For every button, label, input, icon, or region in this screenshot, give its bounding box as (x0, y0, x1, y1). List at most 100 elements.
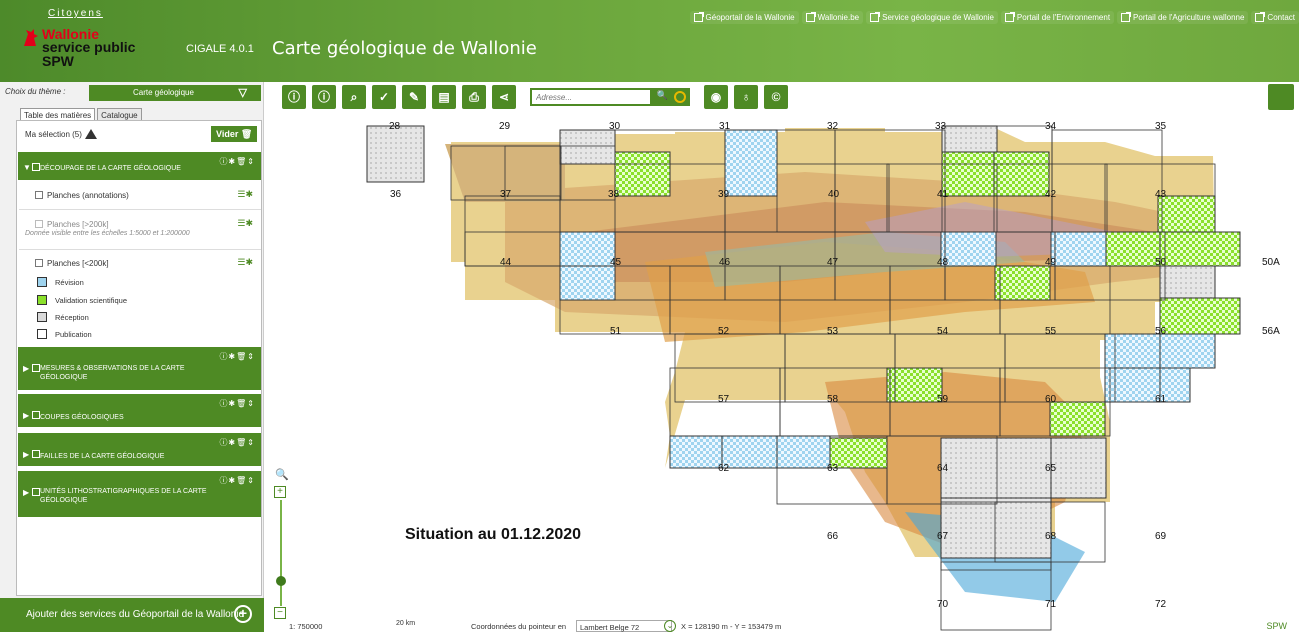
map-canvas[interactable] (265, 82, 1299, 632)
vider-button[interactable]: Vider 🗑 (211, 126, 257, 142)
zoom-in-button[interactable]: + (274, 486, 286, 498)
expand-right-icon[interactable]: ▶ (23, 450, 29, 459)
map-sheet-tile[interactable] (1049, 401, 1106, 437)
expand-right-icon[interactable]: ▶ (23, 488, 29, 497)
expand-right-icon[interactable]: ▶ (23, 364, 29, 373)
projection-select[interactable]: Lambert Belge 72 (576, 620, 672, 632)
spw-logo[interactable]: Wallonie service public SPW (22, 26, 152, 72)
layer-checkbox[interactable] (35, 259, 43, 267)
map-sheet-tile[interactable] (559, 265, 616, 301)
print-icon[interactable]: ⎙ (462, 85, 486, 109)
warning-icon[interactable] (84, 129, 97, 139)
share-icon[interactable]: ⋖ (492, 85, 516, 109)
layer-group-coupes[interactable]: ▶ Coupes géologiques ⓘ✱🗑⇕ (18, 394, 261, 427)
map-sheet-tile[interactable] (776, 435, 831, 469)
export-pdf-icon[interactable]: ▤ (432, 85, 456, 109)
legend-label: Réception (55, 312, 89, 322)
link-wallonie[interactable]: Wallonie.be (801, 11, 864, 24)
zoom-slider-handle[interactable] (276, 576, 286, 586)
link-contact[interactable]: Contact (1251, 11, 1299, 24)
address-search-input[interactable] (532, 90, 650, 104)
map-sheet-tile[interactable] (366, 125, 425, 183)
map-sheet-tile[interactable] (1050, 437, 1107, 499)
map-sheet-tile[interactable] (994, 265, 1051, 301)
info-layers-icon[interactable]: ⓘ (312, 85, 336, 109)
map-sheet-tile[interactable] (1159, 265, 1216, 301)
group-title: Coupes géologiques (40, 414, 124, 421)
legend-label: Publication (55, 329, 92, 339)
help-bulb-icon[interactable]: ♁ (734, 85, 758, 109)
group-checkbox[interactable] (32, 411, 40, 419)
map-sheet-tile[interactable] (941, 125, 998, 153)
draw-pencil-icon[interactable]: ✎ (402, 85, 426, 109)
external-link-icon (1004, 12, 1015, 22)
locate-icon[interactable] (674, 91, 686, 103)
group-checkbox[interactable] (32, 163, 40, 171)
map-sheet-tile[interactable] (829, 437, 888, 469)
sheet-number: 50A (1262, 257, 1280, 268)
layer-checkbox[interactable] (35, 191, 43, 199)
map-sheet-tile[interactable] (614, 151, 671, 197)
search-icon[interactable]: 🔍 (657, 90, 668, 101)
layer-checkbox[interactable] (35, 220, 43, 228)
add-services-button[interactable]: Ajouter des services du Géoportail de la… (0, 598, 264, 632)
group-checkbox[interactable] (32, 450, 40, 458)
link-service-geologique[interactable]: Service géologique de Wallonie (866, 11, 998, 24)
zoom-out-button[interactable]: − (274, 607, 286, 619)
basemap-icon[interactable] (1268, 84, 1294, 110)
zoom-search-icon[interactable]: 🔍 (275, 468, 289, 481)
group-action-icons[interactable]: ⓘ✱🗑⇕ (219, 156, 255, 167)
group-checkbox[interactable] (32, 488, 40, 496)
chevron-down-icon[interactable]: ✓ (372, 85, 396, 109)
map-sheet-tile[interactable] (1104, 231, 1161, 267)
map-sheet-tile[interactable] (940, 497, 1052, 559)
layer-planches-annotations[interactable]: Planches (annotations) ☰✱ (19, 180, 261, 210)
layer-group-unites[interactable]: ▶ Unités lithostratigraphiques de la car… (18, 471, 261, 517)
map-sheet-tile[interactable] (940, 437, 1052, 499)
layer-settings-icon[interactable]: ☰✱ (237, 218, 253, 229)
layer-group-mesures[interactable]: ▶ Mesures & observations de la carte géo… (18, 347, 261, 390)
map-sheet-tile[interactable] (941, 151, 995, 197)
layer-settings-icon[interactable]: ☰✱ (237, 257, 253, 268)
group-action-icons[interactable]: ⓘ✱🗑⇕ (219, 398, 255, 409)
group-action-icons[interactable]: ⓘ✱🗑⇕ (219, 351, 255, 362)
map-sheet-tile[interactable] (1157, 195, 1216, 233)
layer-group-failles[interactable]: ▶ Failles de la carte géologique ⓘ✱🗑⇕ (18, 433, 261, 466)
zoom-slider-track[interactable] (280, 500, 282, 606)
map-sheet-tile[interactable] (1159, 297, 1241, 335)
expand-right-icon[interactable]: ▶ (23, 411, 29, 420)
sheet-number: 40 (828, 189, 840, 200)
map-sheet-tile[interactable] (1159, 333, 1216, 369)
map-sheet-tile[interactable] (993, 151, 1050, 197)
map-sheet-tile[interactable] (724, 129, 778, 197)
map-sheet-tile[interactable] (1159, 231, 1241, 267)
layer-planches-200k-plus[interactable]: Planches [>200k] Donnée visible entre le… (19, 210, 261, 250)
layer-planches-200k-minus[interactable]: Planches [<200k] ☰✱ (19, 250, 261, 276)
link-environnement[interactable]: Portail de l'Environnement (1000, 11, 1115, 24)
citoyens-link[interactable]: Citoyens (48, 8, 103, 19)
map-sheet-tile[interactable] (721, 435, 778, 469)
theme-select[interactable]: Carte géologique ▽ (89, 85, 261, 101)
sheet-number: 29 (499, 121, 511, 132)
group-checkbox[interactable] (32, 364, 40, 372)
zoom-selection-icon[interactable]: ⌕ (342, 85, 366, 109)
map-sheet-tile[interactable] (1104, 367, 1161, 403)
map-sheet-tile[interactable] (1104, 333, 1161, 369)
map-sheet-tile[interactable] (559, 231, 616, 267)
info-icon[interactable]: ⓘ (282, 85, 306, 109)
group-action-icons[interactable]: ⓘ✱🗑⇕ (219, 475, 255, 486)
link-geoportail[interactable]: Géoportail de la Wallonie (689, 11, 799, 24)
layer-group-decoupage[interactable]: ▼ Découpage de la carte géologique ⓘ✱🗑⇕ (18, 152, 261, 180)
map-sheet-tile[interactable] (559, 129, 616, 165)
map-sheet-tile[interactable] (1050, 231, 1107, 267)
geolocate-icon[interactable]: ◉ (704, 85, 728, 109)
layer-settings-icon[interactable]: ☰✱ (237, 189, 253, 200)
expand-down-icon[interactable]: ▼ (23, 163, 31, 172)
map-sheet-tile[interactable] (940, 231, 997, 267)
chevron-down-icon[interactable]: ⌄ (664, 620, 676, 632)
link-agriculture[interactable]: Portail de l'Agriculture wallonne (1117, 11, 1249, 24)
map-sheet-tile[interactable] (669, 435, 723, 469)
copyright-icon[interactable]: © (764, 85, 788, 109)
address-search[interactable]: 🔍 (530, 88, 690, 106)
group-action-icons[interactable]: ⓘ✱🗑⇕ (219, 437, 255, 448)
